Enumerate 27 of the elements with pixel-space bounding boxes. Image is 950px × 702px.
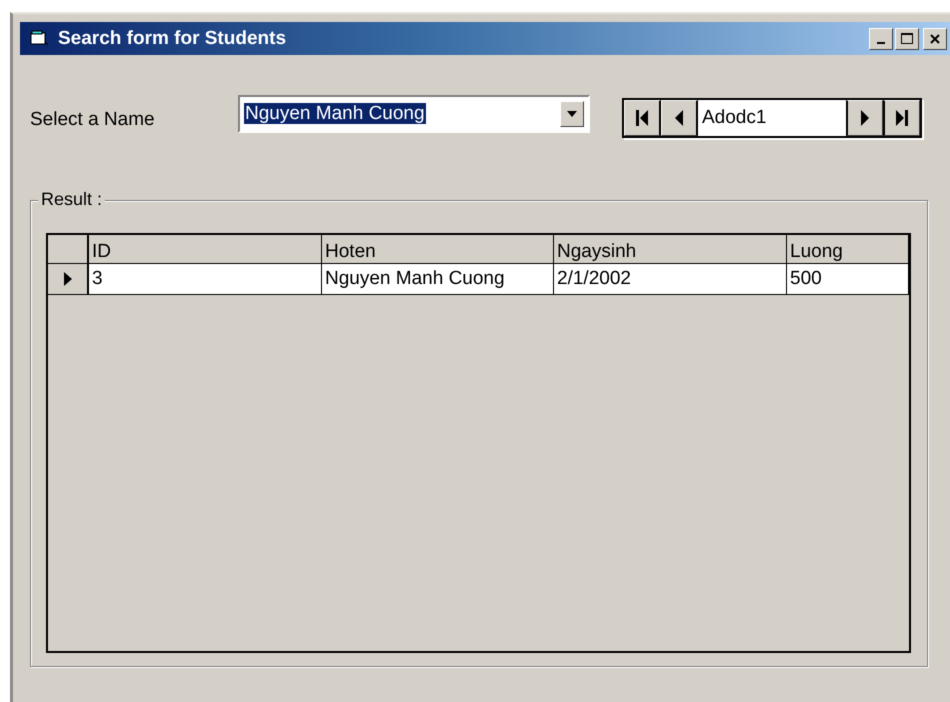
minimize-icon <box>877 42 885 44</box>
previous-record-button[interactable] <box>661 100 698 136</box>
window-title: Search form for Students <box>58 28 288 50</box>
last-icon <box>895 109 909 127</box>
form-icon <box>30 30 50 47</box>
table-cell: 500 <box>787 264 909 294</box>
close-icon <box>929 32 941 44</box>
name-combo[interactable]: Nguyen Manh Cuong <box>238 95 590 133</box>
row-selector[interactable] <box>48 264 89 294</box>
dropdown-button[interactable] <box>560 101 584 127</box>
navigator-caption: Adodc1 <box>701 106 768 130</box>
maximize-button[interactable] <box>895 28 919 50</box>
first-record-button[interactable] <box>624 100 661 136</box>
current-row-icon <box>62 271 72 287</box>
caret-icon <box>566 110 578 118</box>
table-cell: Nguyen Manh Cuong <box>322 264 554 294</box>
left-triangle-icon <box>674 109 684 127</box>
table-cell: 2/1/2002 <box>554 264 787 294</box>
last-record-button[interactable] <box>883 100 920 136</box>
select-name-label: Select a Name <box>30 109 156 131</box>
next-record-button[interactable] <box>846 100 883 136</box>
first-icon <box>635 109 649 127</box>
close-button[interactable] <box>923 28 947 50</box>
right-triangle-icon <box>860 109 870 127</box>
maximize-icon <box>900 32 914 46</box>
minimize-button[interactable] <box>869 28 893 50</box>
table-cell: 3 <box>89 264 322 294</box>
